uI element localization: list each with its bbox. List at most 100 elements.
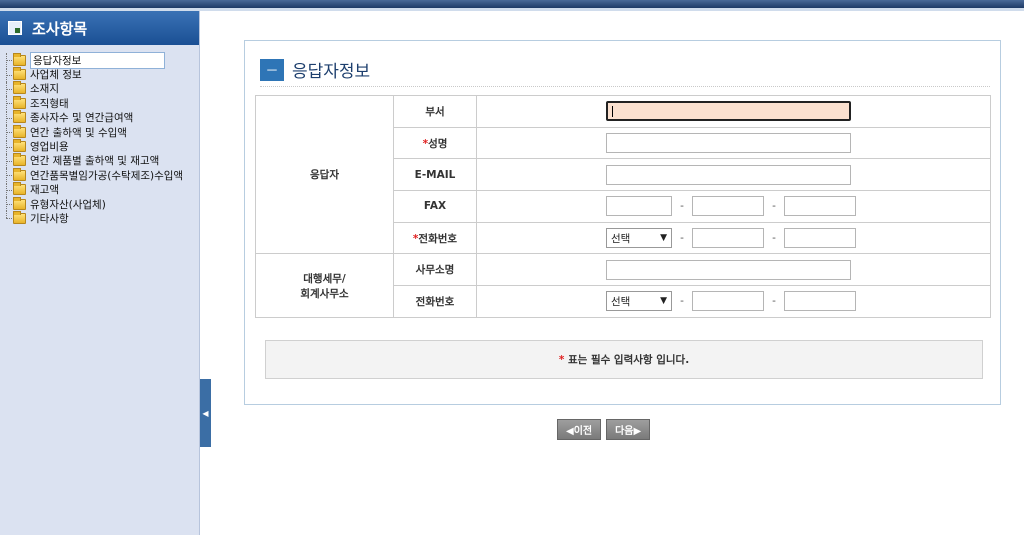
collapse-section-button[interactable]: － <box>260 58 284 81</box>
navigation-buttons: ◀이전 다음▶ <box>557 419 651 440</box>
minus-icon: － <box>265 64 279 79</box>
tree-item-shipments-revenue[interactable]: 연간 출하액 및 수입액 <box>3 124 199 140</box>
collapse-left-icon: ◀ <box>202 408 209 418</box>
respondent-group-label: 응답자 <box>255 94 394 255</box>
title-divider <box>260 86 990 87</box>
dash-separator: - <box>772 232 776 245</box>
folder-icon <box>13 67 26 81</box>
select-value: 선택 <box>611 295 631 308</box>
folder-icon <box>13 182 26 196</box>
tree-item-respondent-info[interactable]: 응답자정보 <box>3 51 199 69</box>
select-value: 선택 <box>611 232 631 245</box>
panel-header: － 응답자정보 <box>260 57 370 82</box>
email-cell <box>476 158 991 192</box>
field-label-text: E-MAIL <box>414 168 456 181</box>
tree-connector <box>3 182 13 197</box>
tree-item-organization-type[interactable]: 조직형태 <box>3 95 199 111</box>
folder-icon <box>13 153 26 167</box>
name-input[interactable] <box>606 133 851 154</box>
survey-tree: 응답자정보 사업체 정보 소재지 조직형태 종사자수 및 연간급여액 연간 출하… <box>0 45 199 226</box>
panel-title: 응답자정보 <box>292 62 371 82</box>
tree-connector <box>3 139 13 154</box>
sidebar-header: 조사항목 <box>0 11 199 45</box>
folder-icon <box>13 139 26 153</box>
tree-item-label: 기타사항 <box>30 213 69 225</box>
dept-cell <box>476 95 991 128</box>
folder-icon <box>13 110 26 124</box>
folder-icon <box>13 52 26 66</box>
respondent-form-table: 응답자 부서 *성명 E-MAIL FAX - - *전화번호 선택 ▼ - -… <box>255 94 991 318</box>
dash-separator: - <box>680 295 684 308</box>
tree-item-tangible-assets[interactable]: 유형자산(사업체) <box>3 196 199 212</box>
tree-item-label: 연간 제품별 출하액 및 재고액 <box>30 155 160 168</box>
tree-connector <box>3 81 13 96</box>
next-button[interactable]: 다음▶ <box>606 419 651 440</box>
office-phone-area-select[interactable]: 선택 ▼ <box>606 291 672 312</box>
notice-text: 표는 필수 입력사항 입니다. <box>567 354 690 366</box>
group-label-text: 회계사무소 <box>300 287 349 300</box>
tree-item-product-shipments-inventory[interactable]: 연간 제품별 출하액 및 재고액 <box>3 153 199 168</box>
respondent-info-panel: － 응답자정보 응답자 부서 *성명 E-MAIL FAX - - *전화번호 … <box>244 40 1001 405</box>
phone-label: *전화번호 <box>393 221 477 255</box>
tree-item-location[interactable]: 소재지 <box>3 81 199 96</box>
tree-item-label: 유형자산(사업체) <box>30 198 106 211</box>
folder-icon <box>13 81 26 95</box>
office-name-input[interactable] <box>606 259 851 280</box>
folder-icon <box>13 210 26 224</box>
tree-item-label: 소재지 <box>30 83 59 96</box>
folder-icon <box>13 124 26 138</box>
office-phone-part2-input[interactable] <box>692 291 764 312</box>
fax-part1-input[interactable] <box>606 196 672 217</box>
tree-item-other[interactable]: 기타사항 <box>3 210 199 225</box>
phone-area-select[interactable]: 선택 ▼ <box>606 228 672 249</box>
agency-group-label: 대행세무/ 회계사무소 <box>255 253 394 318</box>
tree-item-label: 조직형태 <box>30 97 69 110</box>
chevron-down-icon: ▼ <box>660 233 667 244</box>
prev-button[interactable]: ◀이전 <box>557 419 602 440</box>
phone-part3-input[interactable] <box>784 228 856 249</box>
required-marker: * <box>558 353 565 366</box>
dash-separator: - <box>772 200 776 213</box>
tree-item-label: 종사자수 및 연간급여액 <box>30 112 134 125</box>
fax-part3-input[interactable] <box>784 196 856 217</box>
field-label-text: 사무소명 <box>415 264 455 277</box>
folder-icon <box>13 167 26 181</box>
group-label-text: 대행세무/ <box>303 272 346 285</box>
chevron-down-icon: ▼ <box>660 296 667 307</box>
phone-part2-input[interactable] <box>692 228 764 249</box>
tree-item-label: 사업체 정보 <box>30 69 82 82</box>
field-label-text: 전화번호 <box>415 295 455 308</box>
field-label-text: FAX <box>423 200 447 213</box>
tree-item-inventory[interactable]: 재고액 <box>3 182 199 197</box>
top-bar <box>0 0 1024 8</box>
sidebar-collapse-button[interactable]: ◀ <box>200 379 211 447</box>
dept-input[interactable] <box>606 101 851 122</box>
tree-item-operating-costs[interactable]: 영업비용 <box>3 139 199 154</box>
email-label: E-MAIL <box>393 158 477 192</box>
tree-item-label: 연간 출하액 및 수입액 <box>30 126 127 139</box>
tree-item-business-info[interactable]: 사업체 정보 <box>3 67 199 82</box>
sidebar: 조사항목 응답자정보 사업체 정보 소재지 조직형태 종사자수 및 연간급여액 <box>0 11 200 535</box>
group-label-text: 응답자 <box>310 169 339 182</box>
fax-cell: -- <box>476 190 991 223</box>
email-input[interactable] <box>606 164 851 185</box>
tree-item-employees-payroll[interactable]: 종사자수 및 연간급여액 <box>3 110 199 125</box>
fax-part2-input[interactable] <box>692 196 764 217</box>
field-label-text: 부서 <box>425 105 445 118</box>
folder-icon <box>13 95 26 109</box>
dash-separator: - <box>680 200 684 213</box>
tree-connector <box>3 125 13 140</box>
table-row: 응답자 부서 <box>255 94 991 255</box>
dash-separator: - <box>772 295 776 308</box>
tree-item-contract-manufacturing[interactable]: 연간품목별임가공(수탁제조)수입액 <box>3 167 199 183</box>
name-cell <box>476 126 991 160</box>
window-icon <box>8 21 22 35</box>
tree-connector <box>3 211 13 225</box>
office-name-label: 사무소명 <box>393 253 477 287</box>
tree-connector <box>3 197 13 212</box>
tree-connector <box>3 96 13 111</box>
tree-connector <box>3 110 13 125</box>
office-phone-part3-input[interactable] <box>784 291 856 312</box>
tree-connector <box>3 67 13 82</box>
table-row: 대행세무/ 회계사무소 사무소명 <box>255 253 991 318</box>
